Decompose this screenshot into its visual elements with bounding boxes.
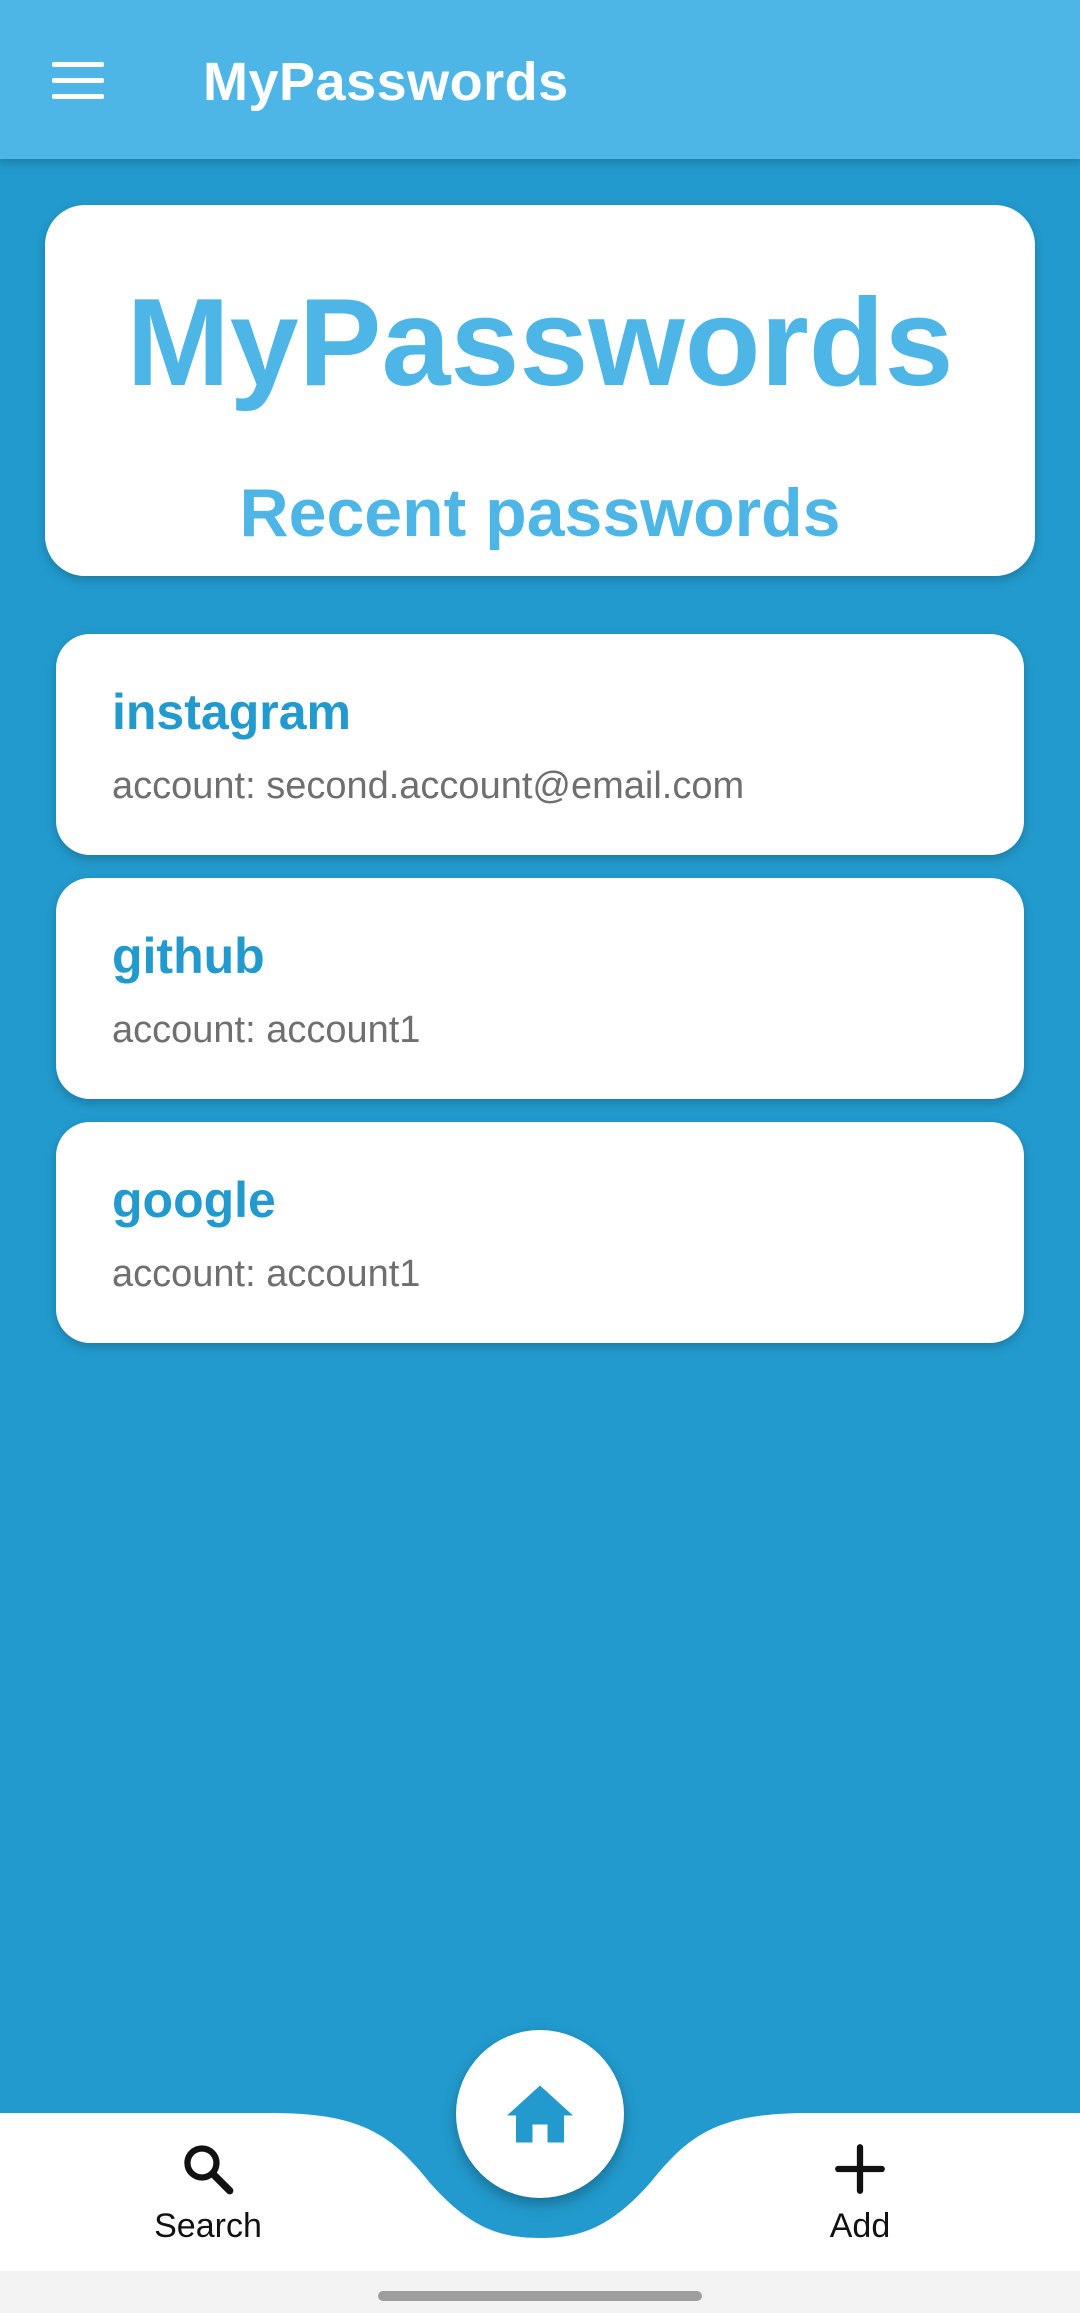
menu-icon[interactable]: [42, 50, 116, 110]
home-icon: [507, 2085, 573, 2143]
main-content: MyPasswords Recent passwords instagram a…: [0, 159, 1080, 2313]
app-bar-title: MyPasswords: [203, 52, 569, 112]
search-label: Search: [154, 2207, 262, 2245]
gesture-handle[interactable]: [378, 2291, 702, 2301]
add-button[interactable]: Add: [760, 2140, 960, 2260]
search-button[interactable]: Search: [108, 2140, 308, 2260]
plus-icon: [835, 2144, 885, 2194]
password-account: account: account1: [112, 1009, 421, 1051]
header-title: MyPasswords: [126, 274, 954, 412]
password-item-instagram[interactable]: instagram account: second.account@email.…: [56, 634, 1024, 855]
app-bar: MyPasswords: [0, 0, 1080, 159]
password-account: account: second.account@email.com: [112, 765, 745, 807]
password-item-google[interactable]: google account: account1: [56, 1122, 1024, 1343]
home-button[interactable]: [456, 2030, 624, 2198]
add-label: Add: [829, 2207, 891, 2245]
password-name: google: [112, 1172, 276, 1228]
search-icon: [184, 2145, 234, 2195]
password-name: instagram: [112, 684, 351, 740]
password-name: github: [112, 928, 265, 984]
header-card: MyPasswords Recent passwords: [45, 205, 1035, 576]
system-gesture-area: [0, 2271, 1080, 2313]
password-account: account: account1: [112, 1253, 421, 1295]
header-subtitle: Recent passwords: [239, 475, 841, 551]
password-item-github[interactable]: github account: account1: [56, 878, 1024, 1099]
